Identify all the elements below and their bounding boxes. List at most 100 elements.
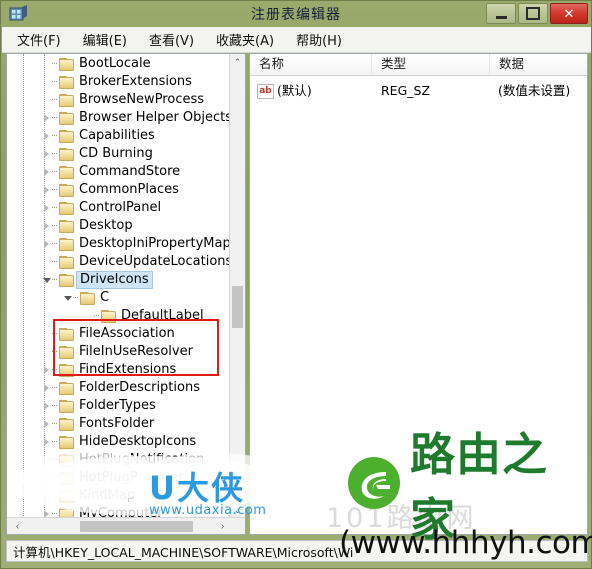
expand-arrow-open-icon[interactable] — [64, 289, 73, 307]
tree-connector-line — [52, 271, 59, 289]
expand-arrow-closed-icon[interactable] — [43, 109, 52, 127]
tree-item-c[interactable]: C — [7, 289, 229, 307]
tree-item-label: CommonPlaces — [79, 182, 179, 197]
menu-edit[interactable]: 编辑(E) — [74, 27, 136, 52]
expand-arrow-closed-icon[interactable] — [43, 361, 52, 379]
tree-item-bootlocale[interactable]: BootLocale — [7, 55, 229, 73]
tree-connector-line — [52, 253, 59, 271]
minimize-button[interactable] — [486, 3, 516, 24]
registry-tree-pane[interactable]: BootLocale BrokerExtensions BrowseNewProce… — [6, 53, 246, 535]
folder-icon — [101, 310, 116, 323]
tree-item-folderdescriptions[interactable]: FolderDescriptions — [7, 379, 229, 397]
folder-icon — [59, 382, 74, 395]
menu-favorites[interactable]: 收藏夹(A) — [207, 27, 283, 52]
tree-item-capabilities[interactable]: Capabilities — [7, 127, 229, 145]
tree-item-label: BrokerExtensions — [79, 74, 192, 89]
expand-arrow-closed-icon[interactable] — [43, 379, 52, 397]
menu-help[interactable]: 帮助(H) — [287, 27, 351, 52]
column-header-name[interactable]: 名称 — [250, 54, 372, 74]
tree-item-browsenewprocess[interactable]: BrowseNewProcess — [7, 91, 229, 109]
folder-icon — [59, 490, 74, 503]
tree-item-hotplugnotification[interactable]: HotPlugNotification — [7, 451, 229, 469]
tree-connector-line — [52, 487, 59, 505]
expand-arrow-closed-icon[interactable] — [43, 235, 52, 253]
close-button[interactable]: ✕ — [550, 3, 588, 24]
tree-item-browser-helper-objects[interactable]: Browser Helper Objects — [7, 109, 229, 127]
tree-item-commandstore[interactable]: CommandStore — [7, 163, 229, 181]
tree-vertical-scrollbar[interactable]: ⌃ ⌄ — [229, 54, 245, 518]
tree-item-label: DriveIcons — [76, 271, 153, 289]
tree-connector-line — [52, 109, 59, 127]
expand-arrow-closed-icon[interactable] — [43, 145, 52, 163]
expand-arrow-closed-icon[interactable] — [43, 181, 52, 199]
tree-item-brokerextensions[interactable]: BrokerExtensions — [7, 73, 229, 91]
tree-item-label: ControlPanel — [79, 200, 162, 215]
registry-values-pane[interactable]: 名称 类型 数据 ab (默认) REG_SZ (数值未设置) — [249, 53, 588, 535]
tree-horizontal-scrollbar[interactable]: ‹ › — [7, 517, 245, 534]
tree-connector-line — [52, 163, 59, 181]
expand-arrow-open-icon[interactable] — [43, 271, 52, 289]
maximize-button[interactable] — [518, 3, 548, 24]
folder-icon — [59, 472, 74, 485]
tree-connector-line — [52, 235, 59, 253]
expand-arrow-closed-icon[interactable] — [43, 397, 52, 415]
tree-item-fileassociation[interactable]: FileAssociation — [7, 325, 229, 343]
expand-arrow-closed-icon[interactable] — [43, 199, 52, 217]
registry-editor-window: 注册表编辑器 ✕ 文件(F) 编辑(E) 查看(V) 收藏夹(A) 帮助(H) … — [0, 0, 592, 569]
column-header-type[interactable]: 类型 — [372, 54, 490, 74]
scroll-left-icon[interactable]: ‹ — [9, 518, 26, 534]
value-name: (默认) — [277, 83, 312, 98]
tree-item-label: HideDesktopIcons — [79, 434, 197, 449]
folder-icon — [59, 256, 74, 269]
horizontal-scroll-thumb[interactable] — [80, 521, 193, 532]
tree-item-label: BrowseNewProcess — [79, 92, 205, 107]
tree-connector-line — [52, 361, 59, 379]
expand-arrow-closed-icon[interactable] — [43, 217, 52, 235]
tree-item-deviceupdatelocations[interactable]: DeviceUpdateLocations — [7, 253, 229, 271]
tree-connector-line — [52, 181, 59, 199]
expand-arrow-closed-icon[interactable] — [43, 415, 52, 433]
registry-tree[interactable]: BootLocale BrokerExtensions BrowseNewProce… — [7, 54, 229, 518]
tree-item-findextensions[interactable]: FindExtensions — [7, 361, 229, 379]
tree-item-label: DeviceUpdateLocations — [79, 254, 229, 269]
menu-view[interactable]: 查看(V) — [140, 27, 203, 52]
tree-item-commonplaces[interactable]: CommonPlaces — [7, 181, 229, 199]
tree-item-label: DefaultLabel — [121, 308, 204, 323]
tree-item-desktop[interactable]: Desktop — [7, 217, 229, 235]
expand-arrow-closed-icon[interactable] — [43, 433, 52, 451]
scroll-right-icon[interactable]: › — [214, 518, 231, 534]
folder-icon — [59, 346, 74, 359]
tree-item-defaultlabel[interactable]: DefaultLabel — [7, 307, 229, 325]
tree-item-foldertypes[interactable]: FolderTypes — [7, 397, 229, 415]
tree-items: BootLocale BrokerExtensions BrowseNewProce… — [7, 55, 229, 518]
tree-item-label: C — [100, 290, 110, 305]
tree-item-hidedesktopicons[interactable]: HideDesktopIcons — [7, 433, 229, 451]
expand-arrow-closed-icon[interactable] — [43, 163, 52, 181]
folder-icon — [59, 364, 74, 377]
tree-connector-line — [52, 379, 59, 397]
tree-item-controlpanel[interactable]: ControlPanel — [7, 199, 229, 217]
tree-item-label: BootLocale — [79, 56, 151, 71]
scroll-down-icon[interactable]: ⌄ — [230, 502, 245, 518]
expand-arrow-closed-icon[interactable] — [43, 127, 52, 145]
expand-arrow-placeholder-icon — [43, 55, 52, 73]
expand-arrow-placeholder-icon — [43, 469, 52, 487]
tree-item-desktopinipropertymap[interactable]: DesktopIniPropertyMap — [7, 235, 229, 253]
tree-item-fileinuseresolver[interactable]: FileInUseResolver — [7, 343, 229, 361]
vertical-scroll-thumb[interactable] — [232, 286, 243, 328]
menu-file[interactable]: 文件(F) — [8, 27, 70, 52]
tree-item-label: Browser Helper Objects — [79, 110, 229, 125]
tree-item-cd-burning[interactable]: CD Burning — [7, 145, 229, 163]
tree-connector-line — [52, 451, 59, 469]
tree-connector-line — [94, 307, 101, 325]
tree-item-driveicons[interactable]: DriveIcons — [7, 271, 229, 289]
tree-item-label: HotPlugNotification — [79, 452, 205, 467]
tree-item-fontsfolder[interactable]: FontsFolder — [7, 415, 229, 433]
tree-item-hotplugprovider[interactable]: HotPlugProvider — [7, 469, 229, 487]
table-row[interactable]: ab (默认) REG_SZ (数值未设置) — [250, 81, 587, 100]
tree-item-kindmap[interactable]: KindMap — [7, 487, 229, 505]
scroll-up-icon[interactable]: ⌃ — [230, 54, 245, 70]
folder-icon — [59, 454, 74, 467]
folder-icon — [59, 328, 74, 341]
column-header-data[interactable]: 数据 — [490, 54, 587, 74]
